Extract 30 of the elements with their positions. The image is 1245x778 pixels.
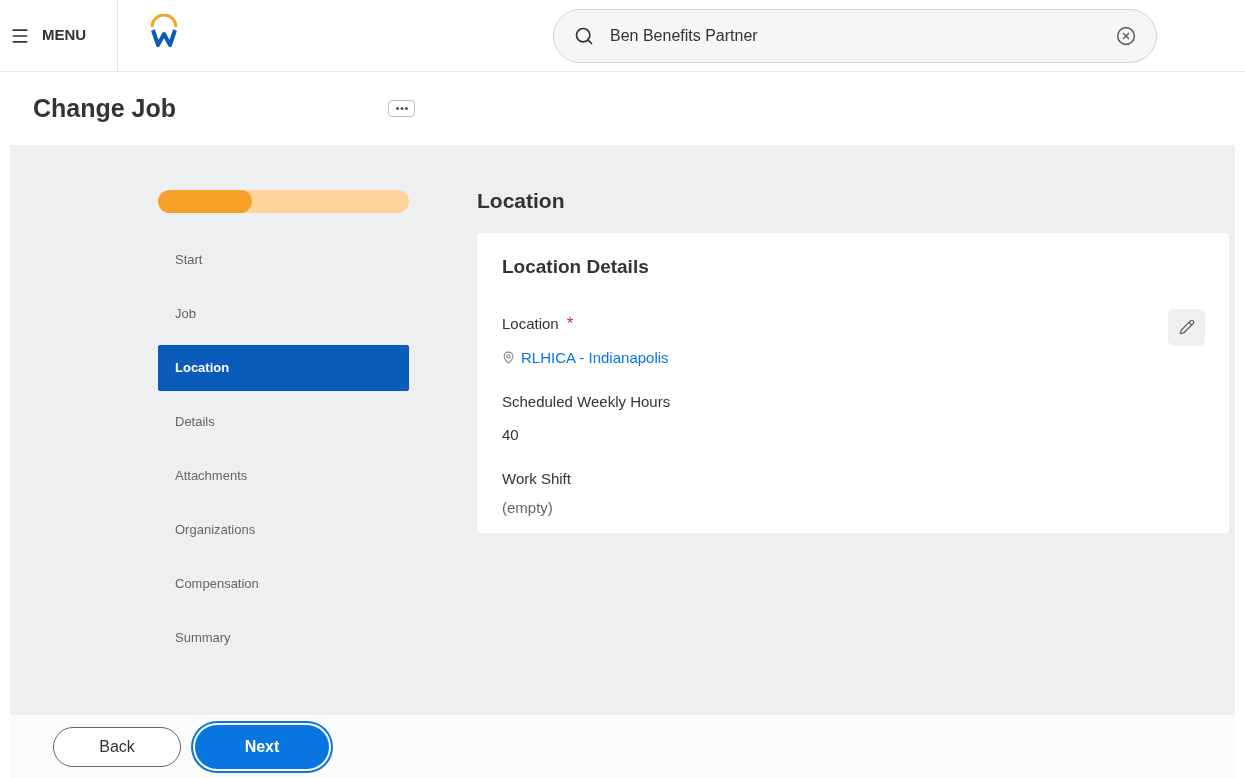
search-icon	[574, 26, 594, 46]
location-link[interactable]: RLHICA - Indianapolis	[521, 346, 669, 369]
more-icon	[395, 107, 408, 110]
field-label: Work Shift	[502, 469, 571, 489]
field-value: 40	[502, 424, 520, 445]
step-item[interactable]: Summary	[158, 615, 409, 661]
step-item[interactable]: Start	[158, 237, 409, 283]
clear-icon[interactable]	[1116, 26, 1136, 46]
more-button[interactable]	[388, 100, 415, 117]
required-mark: *	[566, 313, 574, 335]
logo-icon[interactable]	[148, 13, 180, 48]
menu-label[interactable]: MENU	[42, 24, 87, 47]
page-title: Change Job	[33, 92, 178, 124]
field-value: (empty)	[502, 497, 554, 518]
search-value: Ben Benefits Partner	[610, 26, 759, 46]
edit-button[interactable]	[1168, 308, 1205, 346]
location-pin-icon	[502, 351, 515, 365]
card-title: Location Details	[502, 254, 650, 279]
field-label: Location	[502, 313, 559, 334]
edit-icon	[1178, 319, 1195, 335]
step-item[interactable]: Attachments	[158, 453, 409, 499]
step-item[interactable]: Compensation	[158, 561, 409, 607]
back-button[interactable]: Back	[53, 726, 181, 767]
step-item[interactable]: Details	[158, 399, 409, 445]
step-item[interactable]: Organizations	[158, 507, 409, 553]
step-item[interactable]: Location	[158, 345, 409, 391]
field-label: Scheduled Weekly Hours	[502, 392, 671, 412]
section-title: Location	[477, 188, 566, 214]
search-field[interactable]: Ben Benefits Partner	[553, 9, 1157, 63]
step-item[interactable]: Job	[158, 291, 409, 337]
